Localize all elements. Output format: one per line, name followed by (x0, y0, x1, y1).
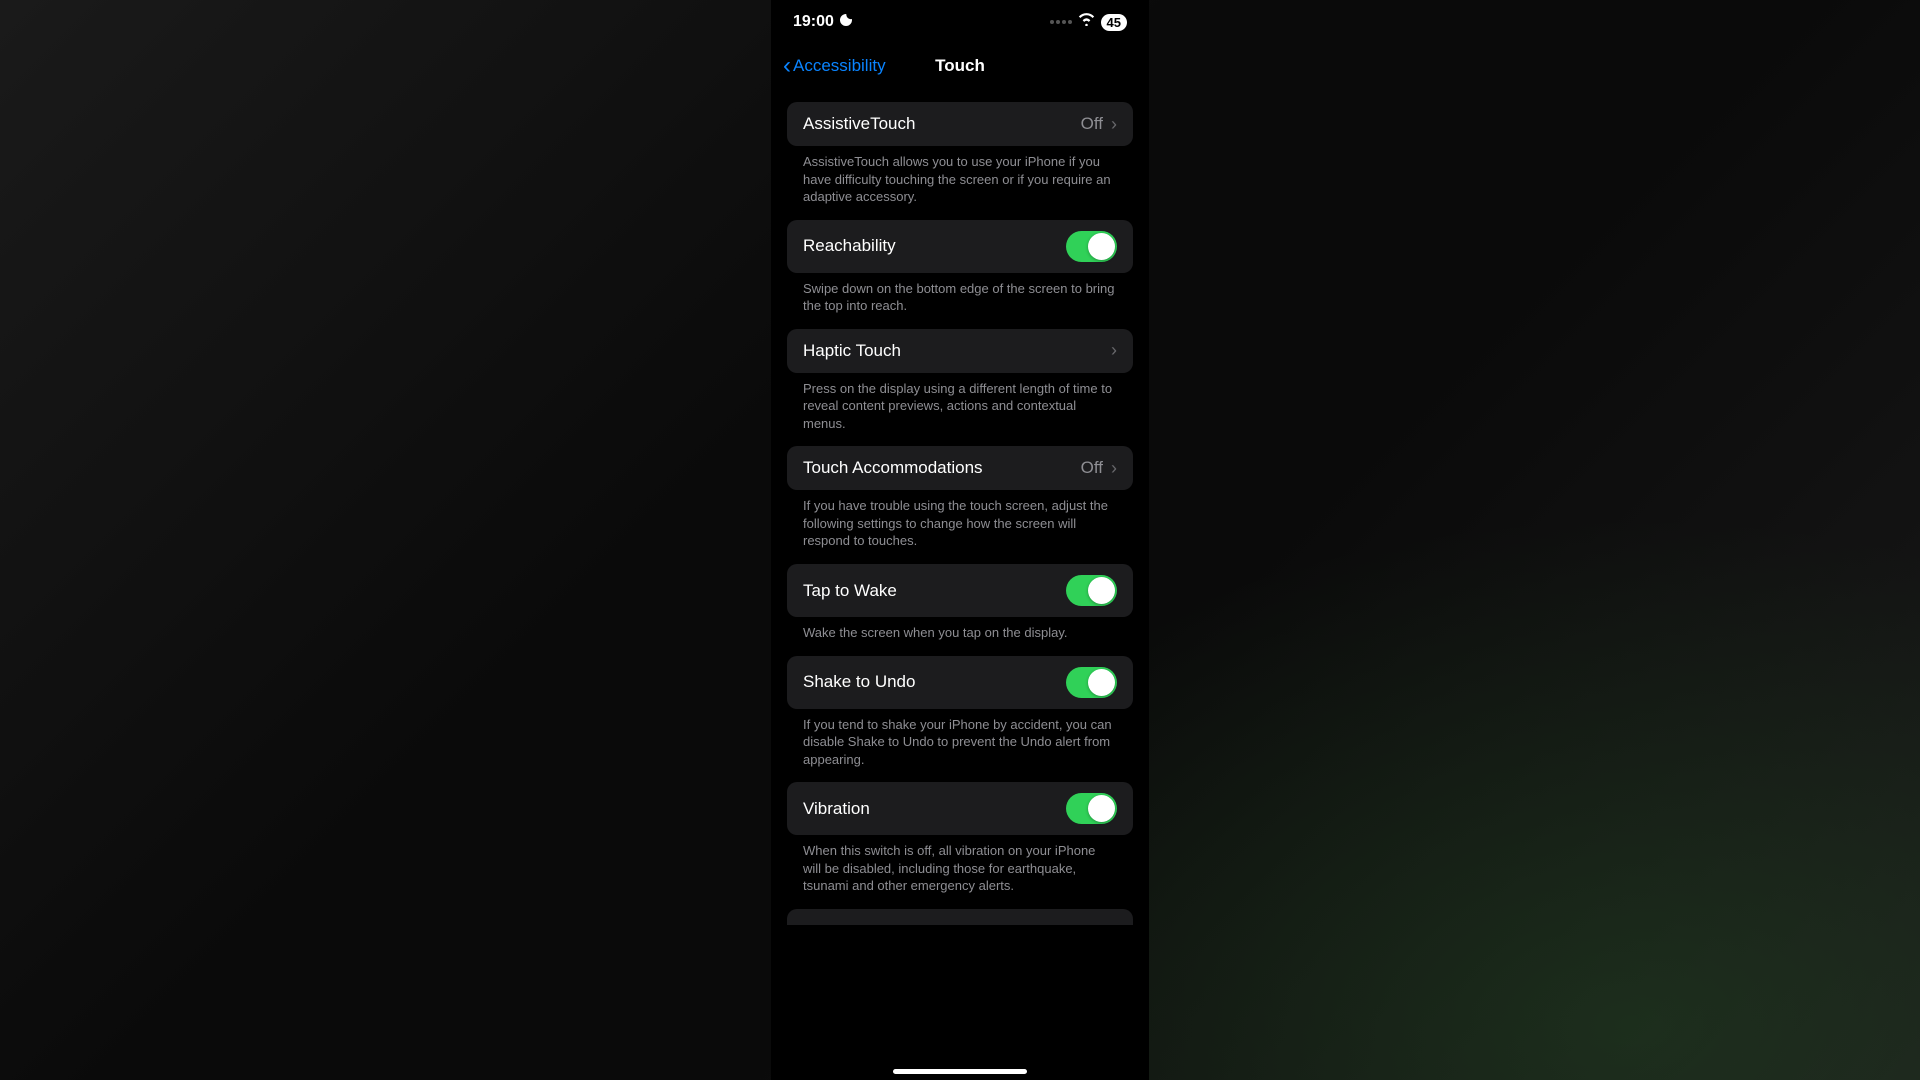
row-footer: AssistiveTouch allows you to use your iP… (787, 146, 1133, 206)
status-time: 19:00 (793, 13, 834, 31)
row-footer: If you have trouble using the touch scre… (787, 490, 1133, 550)
chevron-right-icon: › (1111, 114, 1117, 135)
row-label: Haptic Touch (803, 341, 901, 361)
back-button[interactable]: ‹ Accessibility (783, 54, 886, 78)
chevron-right-icon: › (1111, 458, 1117, 479)
switch-reachability[interactable] (1066, 231, 1117, 262)
group-touch-accommodations: Touch Accommodations Off › If you have t… (787, 446, 1133, 550)
row-footer: Swipe down on the bottom edge of the scr… (787, 273, 1133, 315)
chevron-right-icon: › (1111, 340, 1117, 361)
row-assistive-touch[interactable]: AssistiveTouch Off › (787, 102, 1133, 146)
row-tap-to-wake[interactable]: Tap to Wake (787, 564, 1133, 617)
row-label: Tap to Wake (803, 581, 897, 601)
status-left: 19:00 (793, 12, 854, 33)
statusbar: 19:00 45 (771, 0, 1149, 44)
home-indicator[interactable] (893, 1069, 1027, 1074)
group-haptic-touch: Haptic Touch › Press on the display usin… (787, 329, 1133, 433)
navbar: ‹ Accessibility Touch (771, 44, 1149, 88)
row-touch-accommodations[interactable]: Touch Accommodations Off › (787, 446, 1133, 490)
row-vibration[interactable]: Vibration (787, 782, 1133, 835)
row-value: Off (1081, 458, 1103, 478)
row-partial-next[interactable] (787, 909, 1133, 925)
status-right: 45 (1050, 13, 1127, 31)
group-tap-to-wake: Tap to Wake Wake the screen when you tap… (787, 564, 1133, 642)
row-footer: When this switch is off, all vibration o… (787, 835, 1133, 895)
cellular-icon (1050, 20, 1072, 24)
row-shake-to-undo[interactable]: Shake to Undo (787, 656, 1133, 709)
group-assistive-touch: AssistiveTouch Off › AssistiveTouch allo… (787, 102, 1133, 206)
battery-icon: 45 (1101, 14, 1127, 31)
wifi-icon (1078, 13, 1095, 31)
do-not-disturb-icon (838, 12, 854, 33)
switch-tap-to-wake[interactable] (1066, 575, 1117, 606)
chevron-left-icon: ‹ (783, 54, 791, 78)
page-title: Touch (935, 56, 985, 76)
row-label: Vibration (803, 799, 870, 819)
switch-shake-to-undo[interactable] (1066, 667, 1117, 698)
group-shake-to-undo: Shake to Undo If you tend to shake your … (787, 656, 1133, 769)
row-label: Shake to Undo (803, 672, 915, 692)
group-reachability: Reachability Swipe down on the bottom ed… (787, 220, 1133, 315)
row-label: Touch Accommodations (803, 458, 983, 478)
back-label: Accessibility (793, 56, 886, 76)
row-reachability[interactable]: Reachability (787, 220, 1133, 273)
row-footer: Wake the screen when you tap on the disp… (787, 617, 1133, 642)
row-label: AssistiveTouch (803, 114, 915, 134)
row-footer: If you tend to shake your iPhone by acci… (787, 709, 1133, 769)
row-label: Reachability (803, 236, 896, 256)
row-footer: Press on the display using a different l… (787, 373, 1133, 433)
group-vibration: Vibration When this switch is off, all v… (787, 782, 1133, 895)
row-value: Off (1081, 114, 1103, 134)
content[interactable]: AssistiveTouch Off › AssistiveTouch allo… (771, 88, 1149, 1080)
switch-vibration[interactable] (1066, 793, 1117, 824)
row-haptic-touch[interactable]: Haptic Touch › (787, 329, 1133, 373)
phone-screen: 19:00 45 ‹ Accessibility Touch Assistive… (771, 0, 1149, 1080)
